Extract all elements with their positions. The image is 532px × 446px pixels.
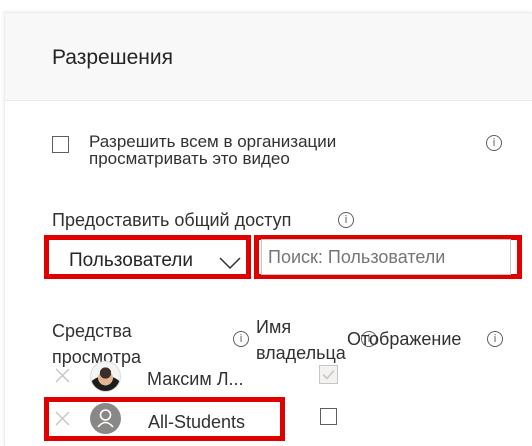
org-view-label: Разрешить всем в организации просматрива… — [89, 133, 336, 167]
share-label: Предоставить общий доступ — [52, 210, 292, 230]
person-icon — [97, 409, 114, 428]
generic-person-icon — [90, 403, 121, 434]
org-view-label-line2: просматривать это видео — [89, 149, 290, 168]
row-user-name: Максим Л... — [147, 369, 244, 389]
share-type-dropdown[interactable]: Пользователи — [69, 250, 193, 272]
col-viewers-line1: Средства — [52, 321, 132, 341]
remove-icon[interactable] — [55, 368, 70, 383]
share-type-dropdown-value: Пользователи — [69, 250, 194, 271]
col-viewers-header: Средства просмотра — [52, 318, 141, 370]
panel-title: Разрешения — [52, 46, 173, 69]
owner-checkbox-disabled[interactable] — [319, 365, 338, 384]
owner-checkbox[interactable] — [320, 408, 337, 425]
permissions-card: Разрешения Разрешить всем в организации … — [4, 12, 532, 446]
org-view-label-line1: Разрешить всем в организации — [89, 132, 337, 151]
panel-header: Разрешения — [5, 13, 532, 101]
user-avatar — [90, 361, 121, 392]
share-info-icon[interactable] — [338, 212, 354, 228]
col-owner-line1: Имя — [256, 317, 292, 337]
chevron-down-icon[interactable] — [219, 256, 241, 270]
user-search-input[interactable] — [261, 239, 511, 275]
permissions-panel: Разрешения Разрешить всем в организации … — [0, 0, 532, 446]
col-display-info-icon[interactable] — [487, 331, 503, 347]
col-display-header: Отображение — [347, 329, 462, 349]
remove-icon[interactable] — [55, 411, 70, 426]
row-group-name: All-Students — [148, 412, 246, 432]
org-view-info-icon[interactable] — [486, 135, 502, 151]
org-view-checkbox[interactable] — [52, 136, 69, 153]
top-strip — [0, 0, 532, 12]
col-owner-line2: владельца — [256, 343, 346, 363]
col-viewers-info-icon[interactable] — [233, 331, 249, 347]
col-owner-header: Имя владельца — [256, 314, 346, 366]
